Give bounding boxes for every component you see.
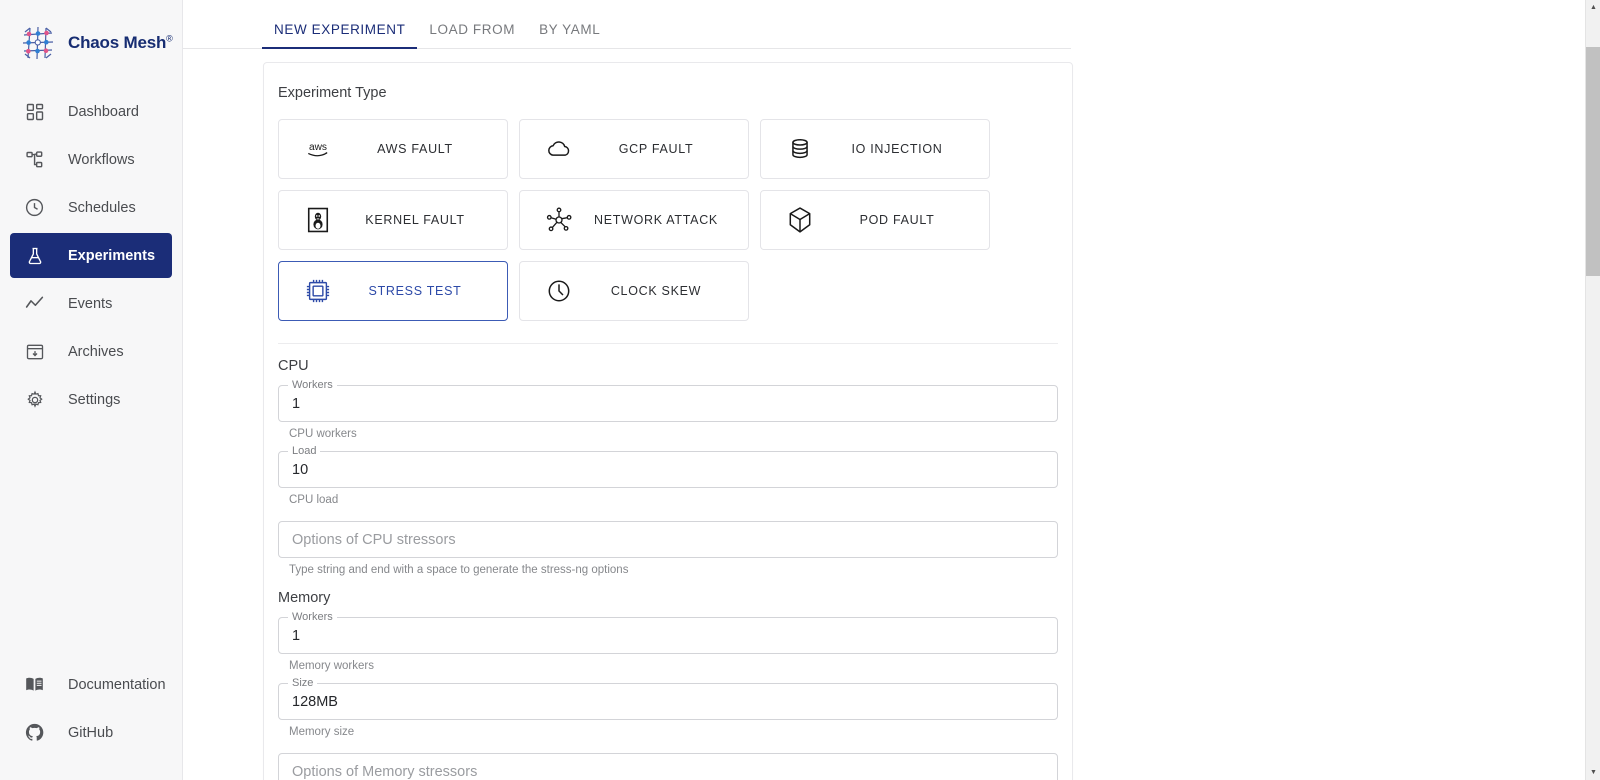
memory-workers-legend: Workers: [288, 611, 337, 623]
linux-tux-icon: [301, 203, 335, 237]
cube-icon: [783, 203, 817, 237]
database-icon: [783, 132, 817, 166]
cpu-section: CPU Workers 1 CPU workers Load 10 CPU lo…: [278, 344, 1058, 576]
brand-trademark: ®: [166, 33, 172, 43]
sidebar-item-workflows[interactable]: Workflows: [10, 137, 172, 182]
experiment-type-pod-fault[interactable]: POD FAULT: [760, 190, 990, 250]
cpu-workers-value: 1: [292, 396, 300, 412]
brand[interactable]: Chaos Mesh®: [0, 0, 182, 66]
sidebar-item-label: Settings: [68, 392, 120, 408]
scroll-up-arrow-icon[interactable]: ▲: [1586, 0, 1600, 15]
sidebar-item-label: Events: [68, 296, 112, 312]
archive-icon: [24, 341, 45, 362]
tab-load-from[interactable]: LOAD FROM: [417, 22, 527, 48]
experiment-type-label: GCP FAULT: [584, 142, 748, 156]
cpu-load-field[interactable]: Load 10: [278, 451, 1058, 488]
sidebar-item-label: Dashboard: [68, 104, 139, 120]
main-content: NEW EXPERIMENT LOAD FROM BY YAML Experim…: [183, 0, 1600, 780]
experiment-type-label: KERNEL FAULT: [343, 213, 507, 227]
brand-name: Chaos Mesh®: [68, 33, 173, 53]
memory-workers-helper: Memory workers: [278, 654, 1058, 672]
sidebar-nav: Dashboard Workflows Sc: [0, 86, 182, 425]
cpu-workers-field[interactable]: Workers 1: [278, 385, 1058, 422]
experiment-type-label: AWS FAULT: [343, 142, 507, 156]
github-icon: [24, 722, 45, 743]
experiment-type-label: IO INJECTION: [825, 142, 989, 156]
workflows-icon: [24, 149, 45, 170]
scrollbar-thumb[interactable]: [1586, 47, 1600, 276]
sidebar-bottom-nav: Documentation GitHub: [0, 659, 182, 780]
chaos-mesh-mesh-logo-icon: [18, 23, 58, 63]
app-root: Chaos Mesh® Dashboard: [0, 0, 1600, 780]
sidebar-item-label: Schedules: [68, 200, 136, 216]
memory-workers-field[interactable]: Workers 1: [278, 617, 1058, 654]
cpu-options-helper: Type string and end with a space to gene…: [278, 558, 1058, 576]
aws-icon: aws: [301, 132, 335, 166]
sidebar-item-label: Documentation: [68, 677, 166, 693]
cpu-options-field[interactable]: Options of CPU stressors: [278, 521, 1058, 558]
memory-options-placeholder: Options of Memory stressors: [292, 764, 477, 780]
sidebar-item-documentation[interactable]: Documentation: [10, 662, 172, 707]
experiment-type-title: Experiment Type: [278, 79, 1058, 101]
memory-size-field[interactable]: Size 128MB: [278, 683, 1058, 720]
cpu-load-value: 10: [292, 462, 308, 478]
memory-size-legend: Size: [288, 677, 317, 689]
cpu-section-title: CPU: [278, 358, 1058, 374]
memory-section-title: Memory: [278, 590, 1058, 606]
experiment-type-io-injection[interactable]: IO INJECTION: [760, 119, 990, 179]
scroll-down-arrow-icon[interactable]: ▼: [1586, 765, 1600, 780]
network-icon: [542, 203, 576, 237]
sidebar-item-settings[interactable]: Settings: [10, 377, 172, 422]
experiment-type-label: POD FAULT: [825, 213, 989, 227]
sidebar-item-events[interactable]: Events: [10, 281, 172, 326]
gear-icon: [24, 389, 45, 410]
memory-size-value: 128MB: [292, 694, 338, 710]
experiment-type-label: NETWORK ATTACK: [584, 213, 748, 227]
experiment-type-label: CLOCK SKEW: [584, 284, 748, 298]
sidebar-item-experiments[interactable]: Experiments: [10, 233, 172, 278]
dashboard-icon: [24, 101, 45, 122]
memory-options-field[interactable]: Options of Memory stressors: [278, 753, 1058, 780]
sidebar-item-label: Workflows: [68, 152, 135, 168]
book-icon: [24, 674, 45, 695]
sidebar: Chaos Mesh® Dashboard: [0, 0, 183, 780]
experiment-type-stress-test[interactable]: STRESS TEST: [278, 261, 508, 321]
sidebar-item-schedules[interactable]: Schedules: [10, 185, 172, 230]
cloud-icon: [542, 132, 576, 166]
sidebar-item-github[interactable]: GitHub: [10, 710, 172, 755]
experiment-form-card: Experiment Type aws AWS FAULT: [263, 62, 1073, 780]
sidebar-item-dashboard[interactable]: Dashboard: [10, 89, 172, 134]
clock-icon: [24, 197, 45, 218]
memory-section: Memory Workers 1 Memory workers Size 128…: [278, 576, 1058, 780]
cpu-workers-helper: CPU workers: [278, 422, 1058, 440]
tab-bar: NEW EXPERIMENT LOAD FROM BY YAML: [183, 0, 1071, 49]
cpu-load-legend: Load: [288, 445, 320, 457]
sidebar-item-label: Experiments: [68, 248, 155, 264]
memory-workers-value: 1: [292, 628, 300, 644]
page-scrollbar[interactable]: ▲ ▼: [1585, 0, 1600, 780]
experiment-type-gcp-fault[interactable]: GCP FAULT: [519, 119, 749, 179]
experiment-type-kernel-fault[interactable]: KERNEL FAULT: [278, 190, 508, 250]
sidebar-item-label: GitHub: [68, 725, 113, 741]
flask-icon: [24, 245, 45, 266]
experiment-type-network-attack[interactable]: NETWORK ATTACK: [519, 190, 749, 250]
cpu-options-placeholder: Options of CPU stressors: [292, 532, 456, 548]
tab-by-yaml[interactable]: BY YAML: [527, 22, 612, 48]
experiment-type-clock-skew[interactable]: CLOCK SKEW: [519, 261, 749, 321]
experiment-type-label: STRESS TEST: [343, 284, 507, 298]
experiment-type-aws-fault[interactable]: aws AWS FAULT: [278, 119, 508, 179]
sidebar-item-archives[interactable]: Archives: [10, 329, 172, 374]
tab-new-experiment[interactable]: NEW EXPERIMENT: [262, 22, 417, 48]
clock-icon: [542, 274, 576, 308]
cpu-workers-legend: Workers: [288, 379, 337, 391]
sidebar-item-label: Archives: [68, 344, 124, 360]
cpu-load-helper: CPU load: [278, 488, 1058, 506]
experiment-type-grid: aws AWS FAULT GCP FAULT: [278, 119, 1058, 321]
cpu-chip-icon: [301, 274, 335, 308]
svg-text:aws: aws: [309, 142, 327, 153]
timeline-icon: [24, 293, 45, 314]
memory-size-helper: Memory size: [278, 720, 1058, 738]
